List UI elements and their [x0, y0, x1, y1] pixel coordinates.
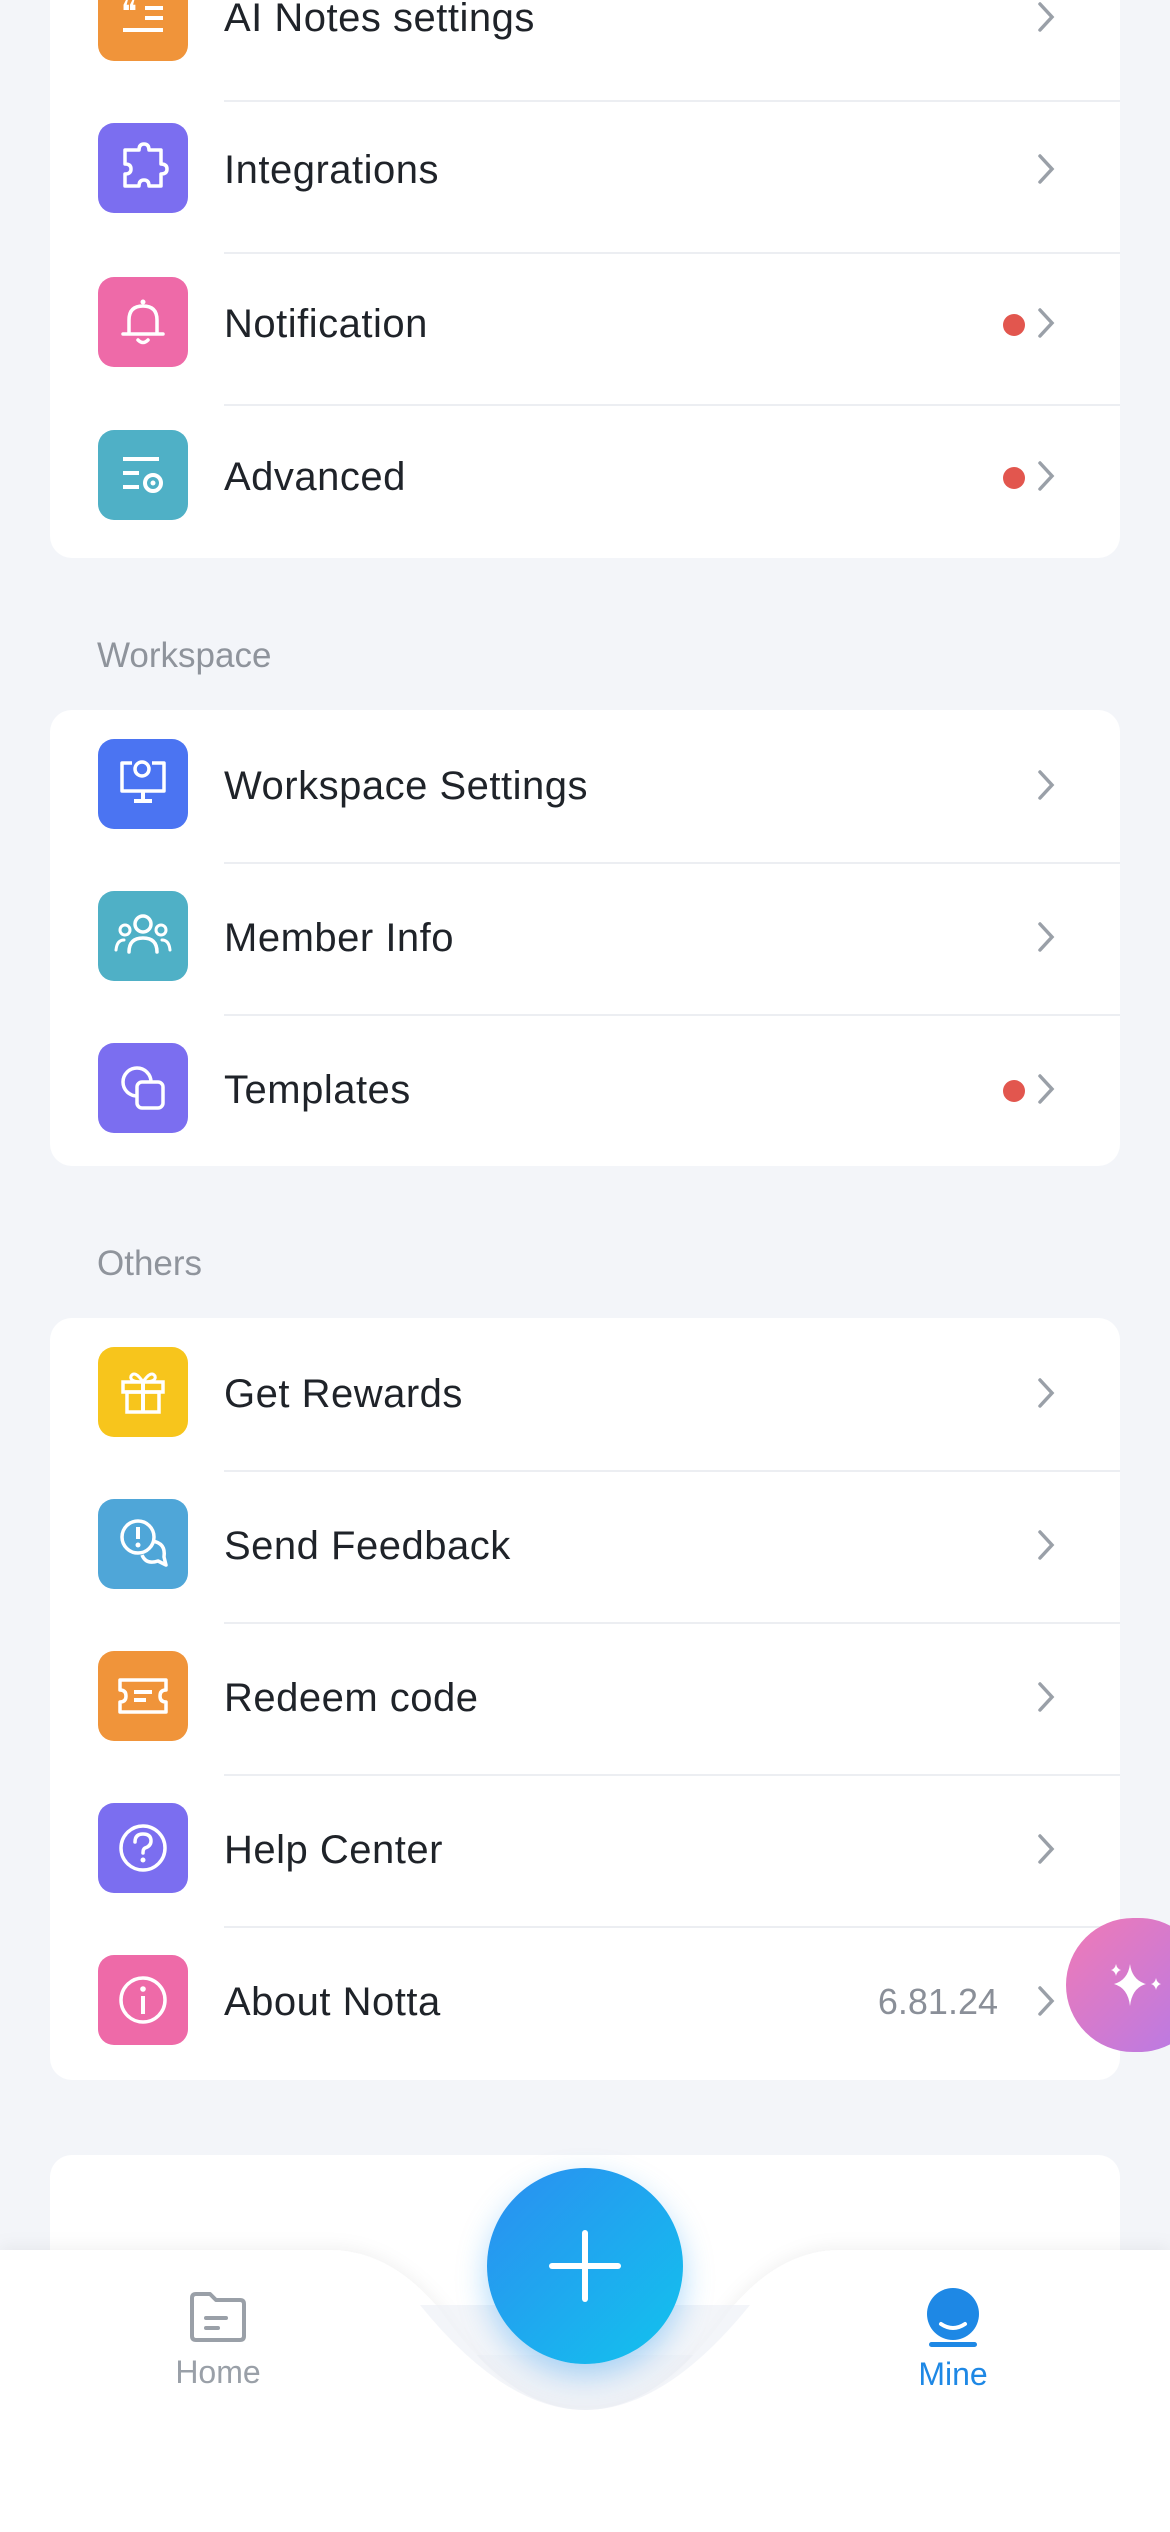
ticket-icon	[98, 1651, 188, 1741]
unread-dot	[1003, 1080, 1025, 1102]
gift-icon	[98, 1347, 188, 1437]
chevron-right-icon	[1038, 308, 1055, 338]
row-label: Redeem code	[224, 1675, 479, 1720]
chevron-right-icon	[1038, 154, 1055, 184]
unread-dot	[1003, 314, 1025, 336]
settings-card-top: ❝ AI Notes settings Integrations Notific…	[50, 0, 1120, 558]
svg-text:❝: ❝	[121, 0, 137, 30]
chevron-right-icon	[1038, 922, 1055, 952]
row-get-rewards[interactable]: Get Rewards	[50, 1318, 1120, 1470]
feedback-bubbles-icon	[98, 1499, 188, 1589]
row-notification[interactable]: Notification	[50, 248, 1120, 400]
row-about-notta[interactable]: About Notta 6.81.24	[50, 1926, 1120, 2078]
chevron-right-icon	[1038, 770, 1055, 800]
settings-card-workspace: Workspace Settings Member Info Templates	[50, 710, 1120, 1166]
section-title-others: Others	[97, 1244, 203, 1283]
nav-mine-label: Mine	[918, 2356, 988, 2392]
row-label: AI Notes settings	[224, 0, 535, 40]
row-label: Help Center	[224, 1827, 443, 1872]
sparkle-icon	[1111, 1964, 1161, 2006]
chevron-right-icon	[1038, 2, 1055, 32]
chevron-right-icon	[1038, 1530, 1055, 1560]
row-label: Notification	[224, 301, 428, 346]
row-label: About Notta	[224, 1979, 441, 2024]
section-title-workspace: Workspace	[97, 636, 272, 675]
new-recording-button[interactable]	[487, 2168, 683, 2364]
app-version: 6.81.24	[877, 1981, 998, 2022]
quote-list-icon: ❝	[98, 0, 188, 61]
settings-list-icon	[98, 430, 188, 520]
info-icon	[98, 1955, 188, 2045]
nav-home-label: Home	[175, 2354, 261, 2390]
row-label: Integrations	[224, 147, 440, 192]
chevron-right-icon	[1038, 1682, 1055, 1712]
row-label: Get Rewards	[224, 1371, 463, 1416]
row-send-feedback[interactable]: Send Feedback	[50, 1470, 1120, 1622]
folder-icon	[190, 2292, 246, 2342]
row-label: Templates	[224, 1067, 411, 1112]
row-member-info[interactable]: Member Info	[50, 862, 1120, 1014]
unread-dot	[1003, 467, 1025, 489]
bell-icon	[98, 277, 188, 367]
nav-mine[interactable]: Mine	[895, 2286, 1011, 2393]
chevron-right-icon	[1038, 1986, 1055, 2016]
row-advanced[interactable]: Advanced	[50, 401, 1120, 553]
nav-home[interactable]: Home	[160, 2288, 276, 2391]
settings-card-others: Get Rewards Send Feedback Redeem code He…	[50, 1318, 1120, 2080]
row-ai-notes-settings[interactable]: ❝ AI Notes settings	[50, 0, 1120, 94]
row-redeem-code[interactable]: Redeem code	[50, 1622, 1120, 1774]
row-help-center[interactable]: Help Center	[50, 1774, 1120, 1926]
row-integrations[interactable]: Integrations	[50, 94, 1120, 246]
chevron-right-icon	[1038, 1834, 1055, 1864]
row-label: Member Info	[224, 915, 455, 960]
plus-icon	[549, 2230, 621, 2302]
chevron-right-icon	[1038, 461, 1055, 491]
row-label: Advanced	[224, 454, 406, 499]
monitor-gear-icon	[98, 739, 188, 829]
row-label: Send Feedback	[224, 1523, 511, 1568]
row-templates[interactable]: Templates	[50, 1014, 1120, 1166]
templates-icon	[98, 1043, 188, 1133]
puzzle-icon	[98, 123, 188, 213]
user-avatar-icon	[927, 2288, 979, 2347]
chevron-right-icon	[1038, 1378, 1055, 1408]
row-workspace-settings[interactable]: Workspace Settings	[50, 710, 1120, 862]
chevron-right-icon	[1038, 1074, 1055, 1104]
row-label: Workspace Settings	[224, 763, 588, 808]
question-icon	[98, 1803, 188, 1893]
members-icon	[98, 891, 188, 981]
